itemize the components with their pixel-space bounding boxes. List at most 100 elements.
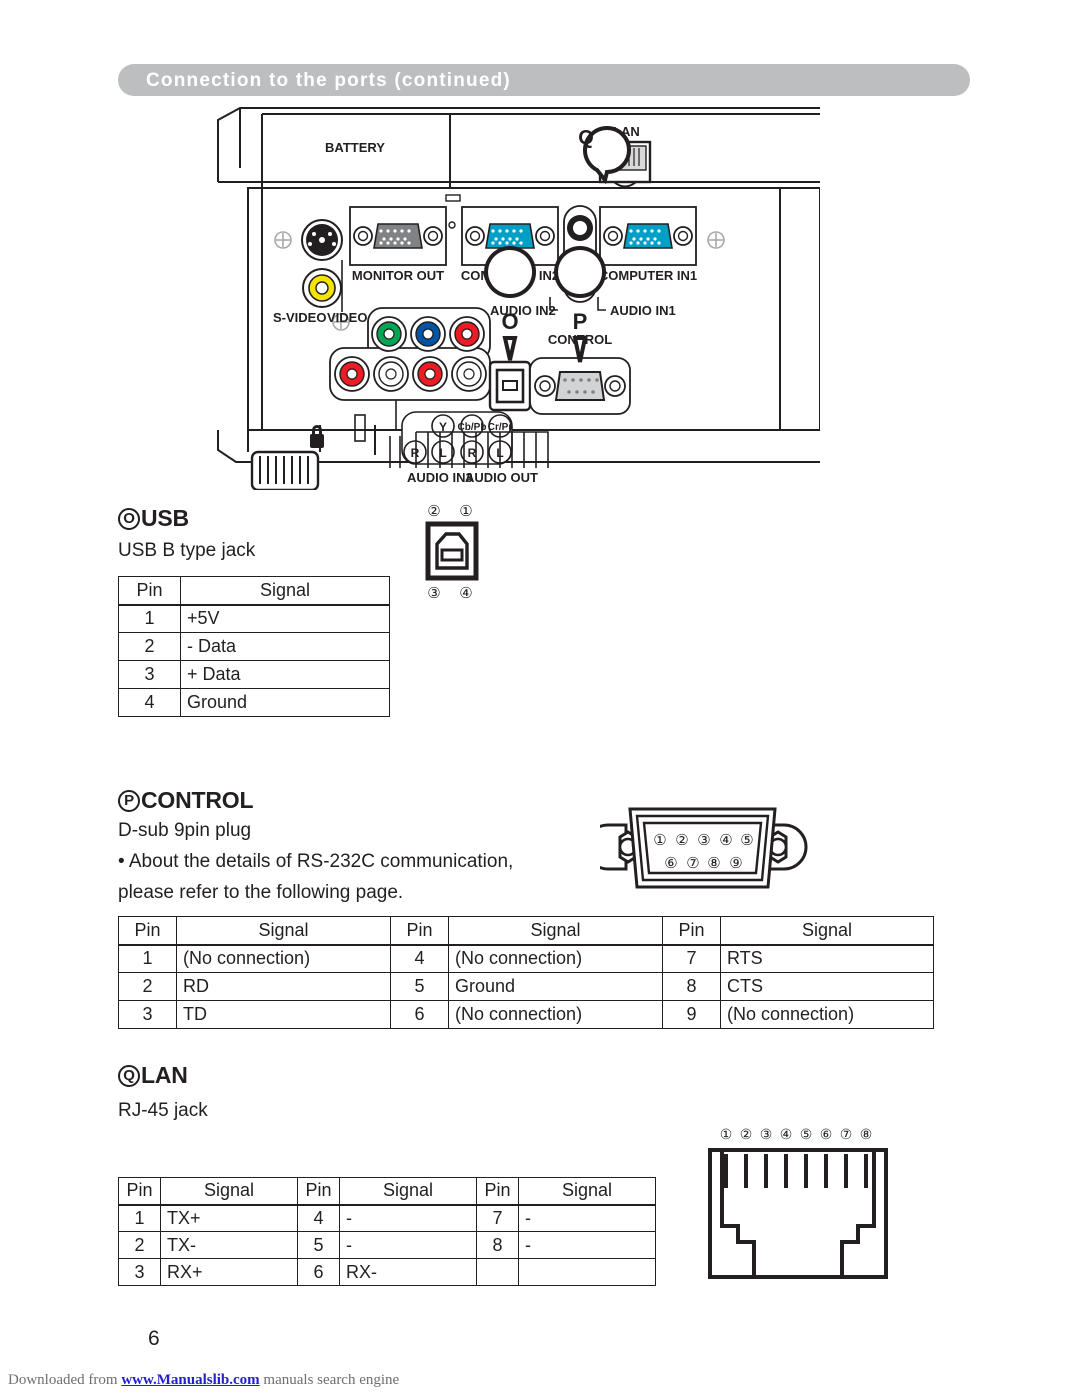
lan-pin-number: 5 (297, 1231, 340, 1259)
lan-callout-badge: Q (118, 1064, 140, 1087)
usb-pin-signal: + Data (180, 660, 390, 689)
lan-pin-number: 4 (297, 1204, 340, 1232)
usb-pin-1-label: ① (459, 503, 472, 520)
control-port-on-panel (529, 357, 631, 415)
kensington-lock-icon (310, 425, 324, 448)
lan-header-pin: Pin (476, 1177, 519, 1206)
usb-pin-number: 3 (118, 660, 181, 689)
lan-pin-signal: RX- (339, 1258, 477, 1286)
control-header-pin: Pin (118, 916, 177, 946)
svg-text:P: P (573, 309, 588, 334)
lan-pin-signal: - (518, 1231, 656, 1259)
dsub-9pin-plug-pinout: ① ② ③ ④ ⑤ ⑥ ⑦ ⑧ ⑨ (584, 795, 810, 905)
control-subtitle: D-sub 9pin plug (118, 820, 252, 841)
dsub-pin-7-label: ⑦ (686, 855, 699, 872)
download-prefix: Downloaded from (8, 1372, 122, 1388)
svg-text:O: O (501, 309, 518, 334)
table-row: 1 TX+ 4 - 7 - (118, 1204, 656, 1232)
control-pin-signal: CTS (720, 972, 934, 1001)
lan-pin-number: 7 (476, 1204, 519, 1232)
dsub-pin-8-label: ⑧ (707, 855, 720, 872)
usb-pin-number: 1 (118, 604, 181, 633)
manualslib-link[interactable]: www.Manualslib.com (121, 1372, 259, 1388)
lan-pin-number: 1 (118, 1204, 161, 1232)
lan-subtitle: RJ-45 jack (118, 1100, 208, 1121)
dsub-pin-3-label: ③ (697, 832, 710, 849)
control-section-heading: P CONTROL (118, 787, 254, 814)
rj45-pin-6-label: ⑥ (820, 1126, 833, 1142)
control-header-pin: Pin (390, 916, 449, 946)
lan-header-signal: Signal (160, 1177, 298, 1206)
lan-pin-table: Pin Signal Pin Signal Pin Signal 1 TX+ 4… (118, 1177, 656, 1286)
lan-pin-signal: TX+ (160, 1204, 298, 1232)
download-notice: Downloaded from www.Manualslib.com manua… (8, 1372, 399, 1389)
control-pin-signal: (No connection) (448, 944, 663, 973)
control-pin-signal: TD (176, 1000, 391, 1029)
control-pin-table: Pin Signal Pin Signal Pin Signal 1 (No c… (118, 916, 934, 1029)
label-s-video: S-VIDEO (273, 310, 326, 325)
usb-pin-4-label: ④ (459, 585, 472, 602)
table-header-row: Pin Signal (118, 576, 390, 606)
control-pin-number: 8 (662, 972, 721, 1001)
usb-header-pin: Pin (118, 576, 181, 606)
security-slot (354, 414, 366, 442)
lan-header-pin: Pin (297, 1177, 340, 1206)
dsub-pin-5-label: ⑤ (740, 832, 753, 849)
usb-b-jack-pinout: ② ① ③ ④ (416, 500, 496, 615)
lan-pin-number: 8 (476, 1231, 519, 1259)
download-suffix: manuals search engine (259, 1372, 400, 1388)
control-header-signal: Signal (176, 916, 391, 946)
rj45-pin-2-label: ② (740, 1126, 753, 1142)
usb-pin-signal: Ground (180, 688, 390, 717)
control-pin-number: 2 (118, 972, 177, 1001)
table-header-row: Pin Signal Pin Signal Pin Signal (118, 916, 934, 946)
table-row: 3 + Data (118, 660, 390, 689)
rj45-pin-1-label: ① (720, 1126, 733, 1142)
control-header-signal: Signal (448, 916, 663, 946)
lan-pin-signal: - (518, 1204, 656, 1232)
lan-pin-number (476, 1258, 519, 1286)
control-pin-signal: (No connection) (448, 1000, 663, 1029)
control-pin-number: 3 (118, 1000, 177, 1029)
dsub-pin-4-label: ④ (719, 832, 732, 849)
control-pin-signal: Ground (448, 972, 663, 1001)
usb-port-on-panel (488, 360, 532, 412)
usb-pin-2-label: ② (427, 503, 440, 520)
label-video: VIDEO (327, 310, 367, 325)
dsub-pin-9-label: ⑨ (729, 855, 742, 872)
s-video-jack (301, 219, 343, 261)
page-number: 6 (148, 1327, 160, 1350)
control-title: CONTROL (141, 787, 254, 813)
table-row: 2 RD 5 Ground 8 CTS (118, 972, 934, 1001)
svg-text:R: R (411, 446, 420, 460)
control-pin-number: 1 (118, 944, 177, 973)
rj45-pin-3-label: ③ (760, 1126, 773, 1142)
rj45-pin-5-label: ⑤ (800, 1126, 813, 1142)
label-audio-in2: AUDIO IN2 (490, 303, 556, 318)
table-row: 4 Ground (118, 688, 390, 717)
lan-pin-signal: TX- (160, 1231, 298, 1259)
lan-pin-signal: - (339, 1204, 477, 1232)
computer-in1-port (599, 206, 697, 266)
lan-section-heading: Q LAN (118, 1062, 188, 1089)
control-pin-signal: (No connection) (720, 1000, 934, 1029)
table-header-row: Pin Signal Pin Signal Pin Signal (118, 1177, 656, 1206)
control-pin-signal: RTS (720, 944, 934, 973)
table-row: 1 +5V (118, 604, 390, 633)
lan-pin-number: 2 (118, 1231, 161, 1259)
rj45-pin-4-label: ④ (780, 1126, 793, 1142)
lan-header-signal: Signal (518, 1177, 656, 1206)
adjuster-foot (250, 450, 320, 490)
usb-title: USB (141, 505, 189, 531)
svg-text:Q: Q (578, 127, 594, 149)
control-pin-number: 5 (390, 972, 449, 1001)
rj45-jack-pinout: ① ② ③ ④ ⑤ ⑥ ⑦ ⑧ (700, 1122, 900, 1292)
label-battery: BATTERY (325, 140, 385, 155)
dsub-pin-1-label: ① (653, 832, 666, 849)
page-title: Connection to the ports (continued) (146, 70, 511, 91)
table-row: 3 RX+ 6 RX- (118, 1258, 656, 1286)
rj45-pin-7-label: ⑦ (840, 1126, 853, 1142)
label-audio-in1: AUDIO IN1 (610, 303, 676, 318)
control-pin-number: 7 (662, 944, 721, 973)
usb-pin-number: 4 (118, 688, 181, 717)
